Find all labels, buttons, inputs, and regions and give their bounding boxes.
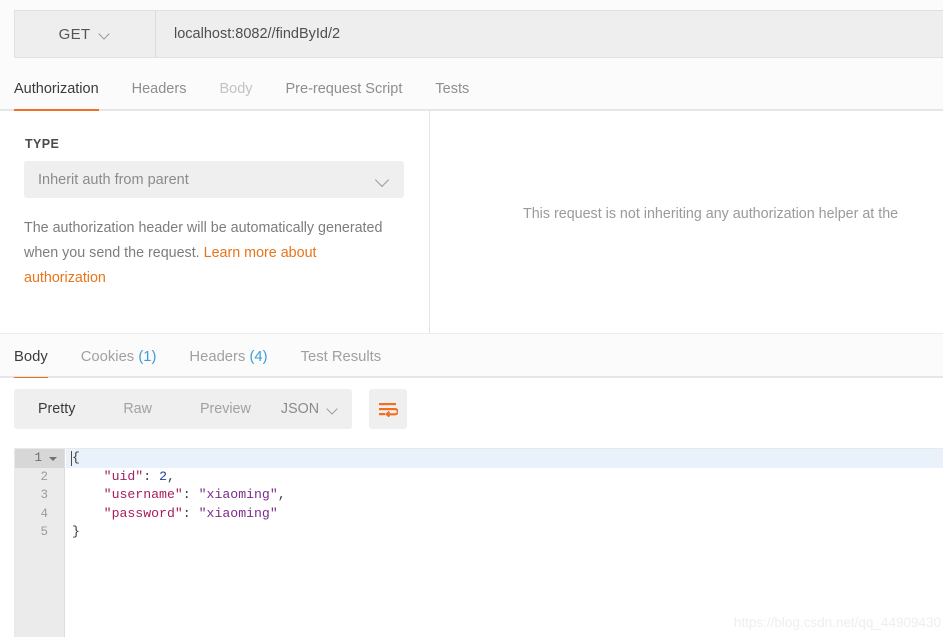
code-token: "password" — [72, 505, 183, 521]
line-number[interactable]: 1 — [15, 449, 64, 468]
tab-pre-request-script[interactable]: Pre-request Script — [286, 67, 403, 110]
response-tab-test-results-label: Test Results — [300, 348, 382, 365]
line-number-text: 1 — [34, 451, 42, 465]
code-token: { — [72, 450, 80, 465]
response-tab-body[interactable]: Body — [14, 333, 48, 380]
response-tab-cookies[interactable]: Cookies (1) — [81, 333, 157, 378]
code-token: 2 — [159, 468, 167, 484]
chevron-down-icon — [100, 29, 111, 40]
response-tab-test-results[interactable]: Test Results — [301, 333, 382, 378]
authorization-left-column: TYPE Inherit auth from parent The author… — [0, 111, 430, 333]
response-format-value: JSON — [280, 401, 320, 417]
code-token: : — [182, 505, 199, 521]
text-caret — [71, 451, 72, 466]
response-body-code[interactable]: { "uid": 2, "username": "xiaoming", "pas… — [66, 449, 943, 637]
code-line: } — [66, 523, 943, 542]
tab-headers[interactable]: Headers — [132, 67, 187, 110]
response-format-select[interactable]: JSON — [268, 389, 352, 429]
response-body-editor[interactable]: 1 2 3 4 5 { "uid": 2, "username": "xiaom… — [14, 448, 943, 637]
auth-type-label: TYPE — [25, 137, 60, 151]
word-wrap-toggle[interactable] — [369, 389, 407, 429]
code-token: , — [166, 468, 175, 484]
chevron-down-icon — [377, 174, 388, 185]
line-number: 4 — [40, 506, 48, 521]
response-tab-bar: Body Cookies (1) Headers (4) Test Result… — [0, 333, 943, 380]
response-tab-headers-label: Headers — [189, 348, 246, 365]
request-url-bar-row: GET localhost:8082//findById/2 — [0, 0, 943, 68]
auth-inheritance-notice: This request is not inheriting any autho… — [523, 206, 899, 222]
tab-tests[interactable]: Tests — [435, 67, 469, 110]
code-line: "username": "xiaoming", — [66, 486, 943, 505]
line-number: 2 — [40, 469, 48, 484]
code-token: } — [72, 524, 80, 539]
word-wrap-icon — [379, 403, 398, 417]
auth-type-value: Inherit auth from parent — [38, 171, 189, 188]
view-mode-raw[interactable]: Raw — [99, 389, 176, 429]
cookies-count-badge: (1) — [138, 348, 157, 365]
tab-body[interactable]: Body — [219, 67, 252, 110]
tab-authorization[interactable]: Authorization — [14, 67, 99, 112]
fold-triangle-icon[interactable] — [49, 456, 57, 461]
code-line: "uid": 2, — [66, 468, 943, 487]
line-number: 5 — [40, 525, 48, 539]
authorization-pane: TYPE Inherit auth from parent The author… — [0, 111, 943, 333]
request-tab-bar: Authorization Headers Body Pre-request S… — [0, 67, 943, 112]
view-mode-pretty[interactable]: Pretty — [14, 389, 99, 429]
auth-type-select[interactable]: Inherit auth from parent — [24, 161, 404, 198]
request-url-input[interactable]: localhost:8082//findById/2 — [156, 11, 943, 57]
view-mode-preview[interactable]: Preview — [176, 389, 275, 429]
code-line: "password": "xiaoming" — [66, 505, 943, 524]
http-method-label: GET — [58, 25, 91, 43]
code-token: "uid" — [72, 468, 144, 484]
code-token: "xiaoming" — [198, 487, 278, 502]
response-tab-body-label: Body — [14, 348, 48, 365]
code-token: "xiaoming" — [198, 505, 278, 521]
code-line: { — [66, 449, 943, 468]
response-view-toolbar: Pretty Raw Preview JSON — [0, 378, 943, 444]
request-url-bar: GET localhost:8082//findById/2 — [14, 10, 943, 58]
headers-count-badge: (4) — [249, 348, 268, 365]
response-tab-cookies-label: Cookies — [80, 348, 135, 365]
code-token: , — [277, 487, 286, 502]
line-number: 3 — [40, 488, 48, 502]
editor-line-number-gutter: 1 2 3 4 5 — [15, 449, 65, 637]
chevron-down-icon — [328, 404, 339, 415]
response-tab-headers[interactable]: Headers (4) — [189, 333, 267, 378]
code-token: "username" — [72, 487, 183, 502]
code-token: : — [182, 487, 199, 502]
http-method-selector[interactable]: GET — [15, 11, 156, 57]
view-mode-group: Pretty Raw Preview — [14, 389, 275, 429]
auth-help-text: The authorization header will be automat… — [24, 216, 384, 291]
code-token: : — [143, 468, 160, 484]
